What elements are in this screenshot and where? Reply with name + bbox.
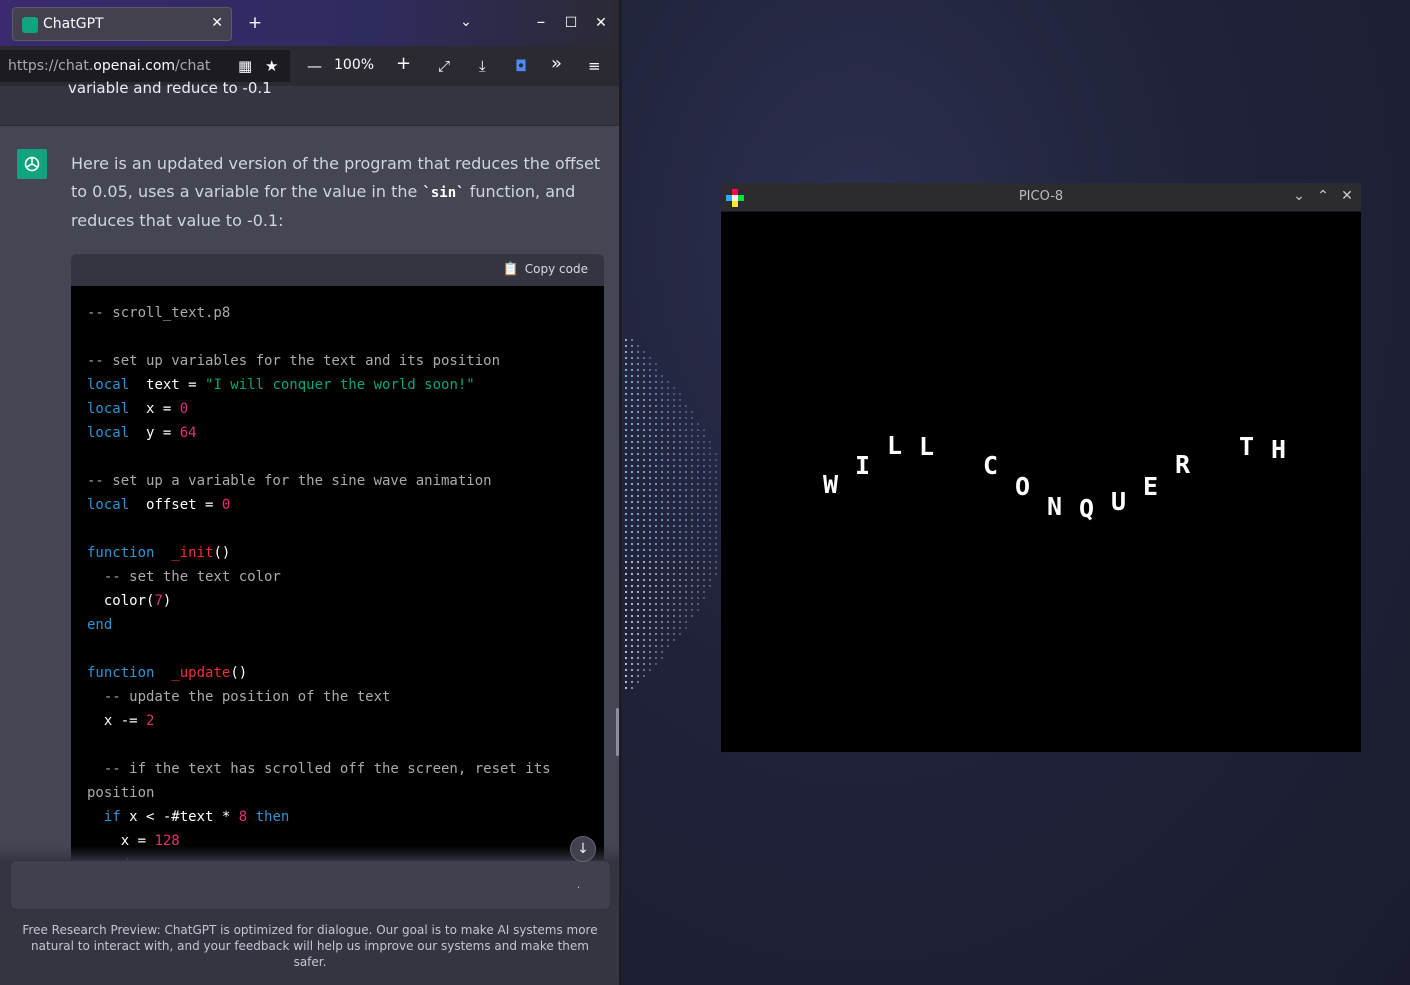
message-input[interactable]: ·	[10, 860, 611, 910]
pico8-letter: W	[823, 470, 839, 499]
pico8-minimize-icon[interactable]: ⌄	[1291, 188, 1307, 204]
code-line: local x = 0	[87, 401, 189, 417]
code-line: -- set the text color	[87, 569, 281, 585]
code-line: function _init()	[87, 545, 231, 561]
pico8-titlebar: PICO-8 ⌄ ⌃ ✕	[721, 183, 1361, 212]
assistant-message-text: Here is an updated version of the progra…	[71, 154, 601, 230]
zoom-in-icon[interactable]: +	[396, 55, 411, 73]
reader-view-icon[interactable]: ▦	[238, 57, 252, 75]
code-line: function _update()	[87, 665, 248, 681]
pico8-screen[interactable]: WILLCONQUERTH	[721, 212, 1361, 752]
fullscreen-icon[interactable]: ⤢	[438, 57, 450, 75]
pico8-close-icon[interactable]: ✕	[1339, 188, 1355, 204]
pico8-letter: Q	[1079, 494, 1095, 523]
url-text: https://chat.openai.com/chat	[8, 58, 211, 74]
pico8-letter: I	[855, 451, 871, 480]
pico8-window: PICO-8 ⌄ ⌃ ✕ WILLCONQUERTH	[721, 183, 1361, 752]
tab-bar: ChatGPT ✕ + ⌄ – ☐ ✕	[0, 0, 619, 46]
pico8-letter: R	[1175, 450, 1191, 479]
bookmark-star-icon[interactable]: ★	[265, 57, 278, 75]
tab-title: ChatGPT	[43, 16, 104, 32]
minimize-window-icon[interactable]: –	[529, 12, 553, 32]
code-line: -- set up variables for the text and its…	[87, 353, 501, 369]
app-menu-icon[interactable]: ≡	[588, 57, 601, 75]
maximize-window-icon[interactable]: ☐	[559, 13, 583, 33]
pico8-letter: U	[1111, 487, 1127, 516]
code-line: -- scroll_text.p8	[87, 305, 231, 321]
page-scrollbar[interactable]	[616, 708, 619, 756]
code-line: x -= 2	[87, 713, 155, 729]
more-tools-chevron-icon[interactable]: »	[551, 55, 562, 73]
pico8-letter: T	[1239, 432, 1255, 461]
clipboard-icon: 📋	[502, 262, 519, 277]
chat-content: variable and reduce to -0.1 Here is an u…	[0, 79, 619, 985]
code-line: -- update the position of the text	[87, 689, 391, 705]
pico8-letter: L	[887, 431, 903, 460]
chatgpt-favicon-icon	[22, 17, 38, 33]
close-tab-icon[interactable]: ✕	[211, 15, 223, 31]
footer-disclaimer: Free Research Preview: ChatGPT is optimi…	[22, 923, 598, 969]
new-tab-icon[interactable]: +	[243, 13, 267, 33]
send-icon[interactable]: ·	[577, 883, 580, 894]
code-block-header: 📋 Copy code	[71, 254, 604, 286]
downloads-icon[interactable]: ⤓	[479, 57, 486, 75]
list-tabs-chevron-icon[interactable]: ⌄	[454, 12, 478, 32]
pico8-letter: E	[1143, 472, 1159, 501]
pico8-window-title: PICO-8	[1018, 189, 1064, 204]
pico8-letter: H	[1271, 435, 1287, 464]
code-line: local text = "I will conquer the world s…	[87, 377, 475, 393]
previous-message-text: variable and reduce to -0.1	[68, 79, 272, 97]
scroll-down-button[interactable]: ↓	[570, 836, 596, 862]
pico8-letter: N	[1047, 492, 1063, 521]
chatgpt-avatar	[17, 149, 47, 179]
input-area: · Free Research Preview: ChatGPT is opti…	[0, 846, 619, 985]
zoom-level[interactable]: 100%	[334, 57, 374, 73]
code-line: color(7)	[87, 593, 172, 609]
extension-shield-icon[interactable]: ◘	[515, 57, 527, 75]
pico8-letter: L	[919, 432, 935, 461]
code-line: local offset = 0	[87, 497, 231, 513]
pico8-letter: O	[1015, 472, 1031, 501]
code-text: -- scroll_text.p8 -- set up variables for…	[71, 286, 604, 925]
pico8-maximize-icon[interactable]: ⌃	[1315, 188, 1331, 204]
inline-code-sin: `sin`	[422, 185, 465, 201]
close-window-icon[interactable]: ✕	[589, 13, 613, 33]
zoom-out-icon[interactable]: —	[307, 57, 322, 75]
code-block: -- scroll_text.p8 -- set up variables for…	[71, 286, 604, 926]
copy-code-button[interactable]: 📋 Copy code	[503, 262, 588, 277]
browser-window: ChatGPT ✕ + ⌄ – ☐ ✕ https://chat.openai.…	[0, 0, 622, 985]
code-line: if x < -#text * 8 then	[87, 809, 290, 825]
pico8-letter: C	[983, 451, 999, 480]
code-line: local y = 64	[87, 425, 197, 441]
code-line: -- if the text has scrolled off the scre…	[87, 761, 560, 801]
previous-user-message: variable and reduce to -0.1	[0, 79, 619, 126]
tab-chatgpt[interactable]: ChatGPT ✕	[12, 7, 232, 41]
code-line: -- set up a variable for the sine wave a…	[87, 473, 492, 489]
code-line: end	[87, 617, 113, 633]
openai-logo-icon	[24, 156, 40, 172]
